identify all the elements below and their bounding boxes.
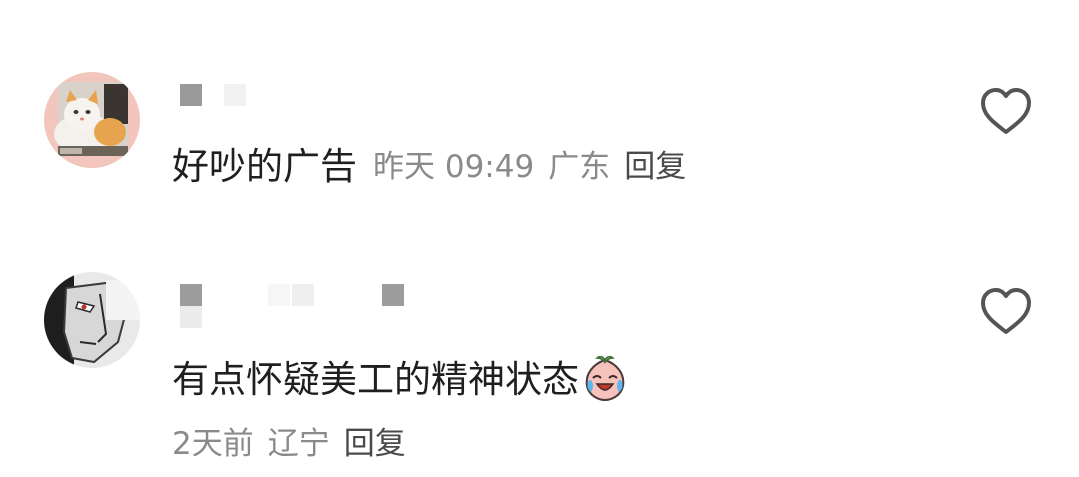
crying-laughing-peach-emoji [585,355,625,402]
comment-body: 有点怀疑美工的精神状态 [172,358,579,401]
avatar[interactable] [44,72,140,168]
sketch-face-avatar-image [44,272,140,368]
comment-body: 好吵的广告 [172,145,357,188]
like-button[interactable] [978,86,1034,136]
like-button[interactable] [978,286,1034,336]
comment-meta: 昨天 09:49 广东 回复 [373,149,686,185]
comment-time: 昨天 09:49 [373,149,535,185]
heart-outline-icon [981,88,1031,134]
heart-outline-icon [981,288,1031,334]
comment-item: 有点怀疑美工的精神状态 2天前 辽宁 回复 [0,270,1079,470]
comment-text: 有点怀疑美工的精神状态 [172,354,629,402]
comment-location: 辽宁 [267,426,330,462]
comment-text: 好吵的广告 昨天 09:49 广东 回复 [172,148,686,185]
comment-time: 2天前 [172,426,254,462]
comment-location: 广东 [548,149,611,185]
comment-item: 好吵的广告 昨天 09:49 广东 回复 [0,70,1079,210]
comment-list: 好吵的广告 昨天 09:49 广东 回复 有点怀疑美工的精神状态 2天前 辽宁 … [0,0,1079,477]
comment-meta: 2天前 辽宁 回复 [172,418,406,463]
avatar[interactable] [44,272,140,368]
reply-button[interactable]: 回复 [624,149,686,185]
cat-avatar-image [44,72,140,168]
reply-button[interactable]: 回复 [344,426,406,462]
